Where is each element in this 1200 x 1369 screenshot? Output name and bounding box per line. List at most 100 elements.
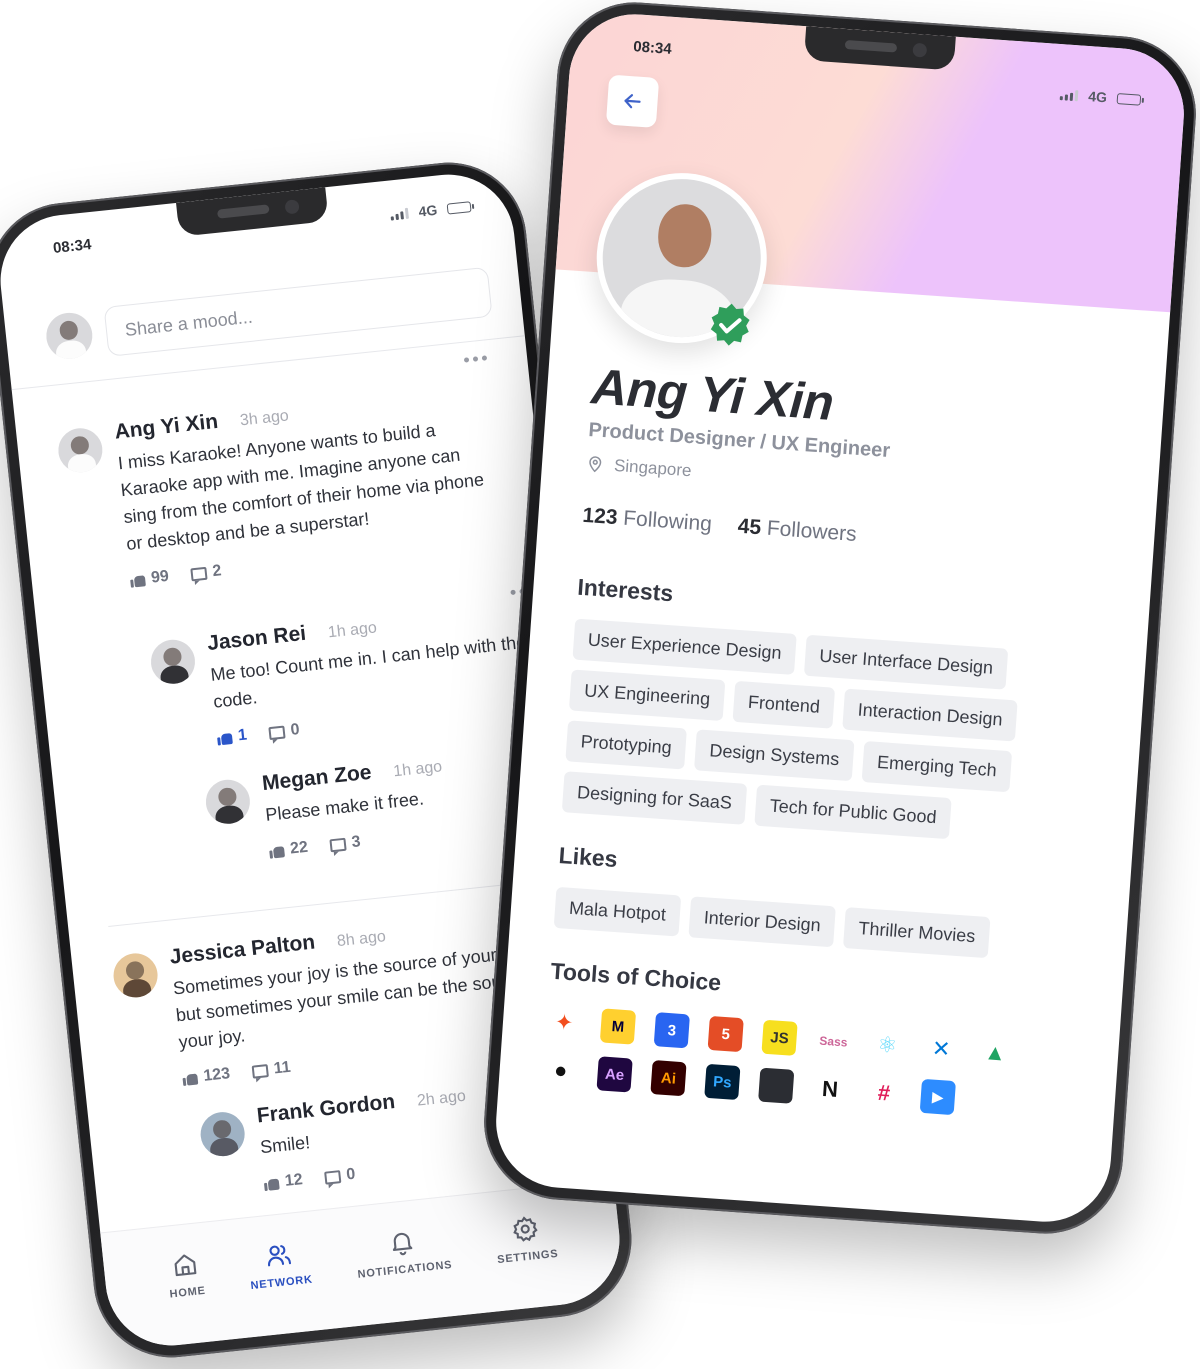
battery-icon [1116, 92, 1142, 106]
comment-icon [329, 837, 347, 852]
like-count: 12 [284, 1171, 304, 1190]
html5-icon: 5 [707, 1015, 744, 1053]
css3-icon: 3 [653, 1012, 690, 1049]
interest-chip[interactable]: Frontend [732, 680, 836, 729]
status-time: 08:34 [632, 38, 673, 58]
interest-chip[interactable]: Prototyping [565, 720, 687, 770]
github-icon: ● [542, 1052, 579, 1089]
following-link[interactable]: 123 Following [582, 504, 713, 537]
comment-count: 0 [345, 1165, 357, 1184]
comment-button[interactable]: 2 [190, 562, 223, 583]
comment-button[interactable]: 0 [268, 721, 301, 742]
reply-author[interactable]: Megan Zoe [261, 761, 373, 796]
signal-icon [390, 207, 410, 221]
network-label: 4G [1087, 88, 1108, 106]
battery-icon [446, 200, 472, 215]
comment-count: 11 [272, 1058, 292, 1078]
tab-label: SETTINGS [496, 1247, 559, 1266]
network-label: 4G [417, 201, 439, 220]
post-author[interactable]: Ang Yi Xin [113, 410, 219, 445]
followers-count: 45 [736, 514, 762, 540]
tab-network[interactable]: NETWORK [246, 1237, 313, 1292]
comment-button[interactable]: 0 [323, 1165, 357, 1187]
post-author-avatar[interactable] [111, 951, 160, 1000]
tab-label: NOTIFICATIONS [357, 1258, 453, 1281]
current-user-avatar[interactable] [44, 310, 95, 362]
tab-settings[interactable]: SETTINGS [493, 1211, 559, 1266]
interest-chip[interactable]: User Interface Design [803, 634, 1009, 690]
like-button[interactable]: 99 [129, 568, 169, 590]
sass-icon: Sass [815, 1023, 852, 1060]
like-button[interactable]: 123 [182, 1065, 231, 1088]
like-button[interactable]: 1 [216, 727, 248, 748]
like-count: 99 [150, 567, 170, 587]
gear-icon [512, 1215, 538, 1242]
post-author-avatar[interactable] [56, 426, 105, 475]
profile-screen: 08:34 4G Ang Yi Xin Product Designer / U… [491, 9, 1189, 1227]
miro-icon: M [599, 1008, 637, 1045]
tab-notifications[interactable]: NOTIFICATIONS [353, 1223, 453, 1281]
thumbs-up-icon [217, 730, 233, 745]
location-text: Singapore [613, 455, 693, 481]
interest-chip[interactable]: User Experience Design [572, 618, 797, 675]
thumbs-up-icon [269, 843, 285, 858]
followers-label: Followers [766, 516, 858, 546]
reply: Jason Rei 1h ago Me too! Count me in. I … [148, 598, 544, 754]
map-pin-icon [589, 456, 602, 473]
post: Ang Yi Xin 3h ago I miss Karaoke! Anyone… [56, 381, 507, 596]
like-chip[interactable]: Thriller Movies [843, 907, 991, 959]
react-icon: ⚛ [869, 1027, 906, 1064]
like-chip[interactable]: Mala Hotpot [553, 886, 682, 937]
interest-chip[interactable]: UX Engineering [568, 669, 726, 722]
tab-home[interactable]: HOME [165, 1249, 207, 1301]
profile-phone: 08:34 4G Ang Yi Xin Product Designer / U… [478, 0, 1200, 1239]
like-button[interactable]: 22 [268, 839, 308, 861]
verified-badge-icon [710, 303, 750, 346]
figma-icon: ✦ [545, 1004, 583, 1041]
arrow-left-icon [624, 94, 641, 109]
reply-author-avatar[interactable] [148, 637, 198, 686]
comment-count: 2 [211, 562, 223, 581]
reply-author[interactable]: Jason Rei [206, 622, 307, 656]
zoom-icon: ▶ [919, 1078, 956, 1116]
thumbs-up-icon [263, 1176, 279, 1191]
bell-icon [393, 1232, 413, 1255]
interest-chip[interactable]: Design Systems [694, 729, 855, 782]
photoshop-icon: Ps [704, 1063, 741, 1101]
tools-list: ✦ M 3 5 JS Sass ⚛ ✕ ▲ ● Ae Ai Ps N # ▶ [542, 1004, 1018, 1120]
like-count: 123 [202, 1065, 231, 1085]
tab-label: HOME [169, 1284, 207, 1301]
following-count: 123 [581, 503, 619, 530]
like-count: 22 [289, 838, 309, 858]
profile-info: Ang Yi Xin Product Designer / UX Enginee… [542, 357, 1125, 1123]
notch [176, 187, 329, 237]
more-options-icon[interactable] [463, 355, 488, 363]
signal-icon [1060, 89, 1079, 101]
interests-list: User Experience Design User Interface Des… [561, 618, 1106, 850]
interest-chip[interactable]: Emerging Tech [861, 741, 1012, 793]
interest-chip[interactable]: Interaction Design [842, 688, 1018, 742]
interest-chip[interactable]: Designing for SaaS [561, 771, 748, 825]
mood-input[interactable] [103, 266, 493, 357]
reply-author-avatar[interactable] [198, 1110, 247, 1159]
javascript-icon: JS [761, 1019, 798, 1056]
comment-count: 3 [350, 833, 362, 852]
followers-link[interactable]: 45 Followers [737, 515, 857, 547]
comment-button[interactable]: 11 [251, 1059, 292, 1081]
notion-icon: N [811, 1071, 849, 1108]
home-icon [174, 1254, 197, 1276]
illustrator-icon: Ai [650, 1060, 687, 1097]
status-indicators: 4G [390, 198, 472, 222]
comment-icon [190, 566, 208, 581]
interest-chip[interactable]: Tech for Public Good [754, 784, 952, 840]
reply-time: 2h ago [416, 1087, 467, 1110]
reply-time: 1h ago [327, 619, 378, 642]
comment-icon [323, 1169, 342, 1185]
comment-button[interactable]: 3 [329, 833, 362, 854]
like-button[interactable]: 12 [263, 1171, 303, 1193]
reply-author-avatar[interactable] [203, 777, 253, 826]
like-chip[interactable]: Interior Design [688, 896, 836, 948]
apple-icon [758, 1067, 795, 1104]
reply-time: 1h ago [392, 758, 443, 781]
back-button[interactable] [605, 74, 660, 128]
